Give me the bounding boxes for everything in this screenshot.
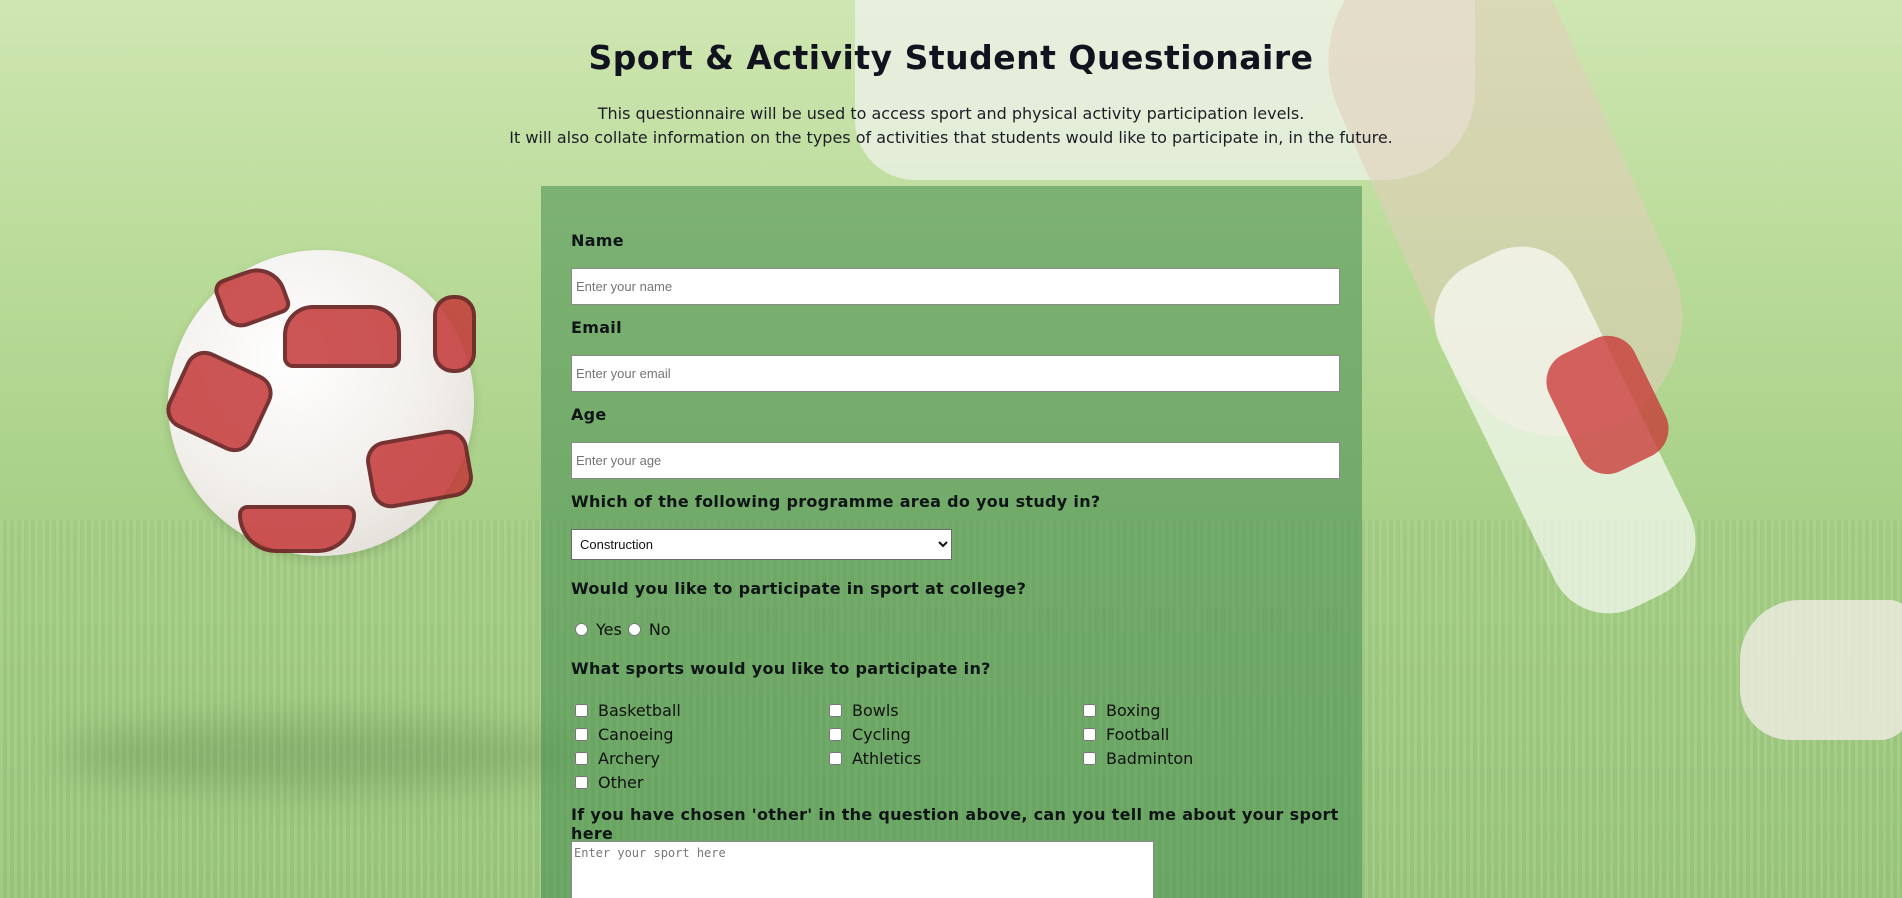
football-image: [159, 250, 477, 556]
checkbox-label: Basketball: [598, 700, 681, 720]
checkbox-badminton[interactable]: [1083, 751, 1096, 765]
checkbox-athletics[interactable]: [829, 751, 842, 765]
checkbox-item-boxing[interactable]: Boxing: [1083, 698, 1337, 722]
page-header: Sport & Activity Student Questionaire Th…: [0, 38, 1902, 150]
checkbox-item-canoeing[interactable]: Canoeing: [575, 722, 829, 746]
checkbox-basketball[interactable]: [575, 703, 588, 717]
page-background: Sport & Activity Student Questionaire Th…: [0, 0, 1902, 898]
radio-option-no[interactable]: No: [627, 619, 671, 639]
checkbox-label: Football: [1106, 724, 1170, 744]
checkbox-label: Other: [598, 772, 644, 792]
radio-no-label: No: [648, 619, 671, 639]
subtitle-line-1: This questionnaire will be used to acces…: [597, 104, 1305, 123]
programme-select[interactable]: Construction: [571, 529, 952, 560]
background-shadow: [60, 720, 580, 790]
background-player-shoe: [1740, 600, 1902, 740]
checkbox-canoeing[interactable]: [575, 727, 588, 741]
radio-option-yes[interactable]: Yes: [575, 620, 622, 639]
subtitle-line-2: It will also collate information on the …: [509, 128, 1393, 147]
checkbox-boxing[interactable]: [1083, 703, 1096, 717]
checkbox-label: Cycling: [852, 724, 911, 744]
checkbox-label: Badminton: [1106, 748, 1194, 768]
email-label: Email: [571, 318, 622, 337]
sports-label: What sports would you like to participat…: [571, 659, 991, 678]
radio-yes-label: Yes: [596, 619, 622, 639]
checkbox-item-bowls[interactable]: Bowls: [829, 698, 1083, 722]
page-title: Sport & Activity Student Questionaire: [588, 38, 1314, 77]
participate-radio-group: Yes No: [575, 618, 677, 640]
email-input[interactable]: [571, 355, 1340, 392]
other-sport-textarea[interactable]: [571, 841, 1154, 898]
sports-checkbox-group: Basketball Bowls Boxing Canoeing Cycling…: [575, 698, 1335, 794]
checkbox-archery[interactable]: [575, 751, 588, 765]
programme-label: Which of the following programme area do…: [571, 492, 1101, 511]
participate-label: Would you like to participate in sport a…: [571, 579, 1027, 598]
radio-no[interactable]: [627, 622, 641, 636]
age-label: Age: [571, 405, 607, 424]
checkbox-football[interactable]: [1083, 727, 1096, 741]
page-subtitle: This questionnaire will be used to acces…: [0, 102, 1902, 150]
checkbox-item-basketball[interactable]: Basketball: [575, 698, 829, 722]
radio-yes[interactable]: [575, 622, 588, 636]
checkbox-item-archery[interactable]: Archery: [575, 746, 829, 770]
age-input[interactable]: [571, 442, 1340, 479]
checkbox-bowls[interactable]: [829, 703, 842, 717]
checkbox-label: Archery: [598, 748, 660, 768]
checkbox-other[interactable]: [575, 775, 588, 789]
name-label: Name: [571, 231, 624, 250]
checkbox-item-cycling[interactable]: Cycling: [829, 722, 1083, 746]
checkbox-label: Athletics: [852, 748, 922, 768]
checkbox-label: Bowls: [852, 700, 899, 720]
name-input[interactable]: [571, 268, 1340, 305]
checkbox-label: Canoeing: [598, 724, 674, 744]
survey-form: Name Email Age Which of the following pr…: [541, 186, 1362, 898]
checkbox-item-athletics[interactable]: Athletics: [829, 746, 1083, 770]
checkbox-item-football[interactable]: Football: [1083, 722, 1337, 746]
checkbox-item-other[interactable]: Other: [575, 770, 829, 794]
checkbox-cycling[interactable]: [829, 727, 842, 741]
other-sport-label: If you have chosen 'other' in the questi…: [571, 805, 1339, 843]
checkbox-item-badminton[interactable]: Badminton: [1083, 746, 1337, 770]
checkbox-label: Boxing: [1106, 700, 1161, 720]
